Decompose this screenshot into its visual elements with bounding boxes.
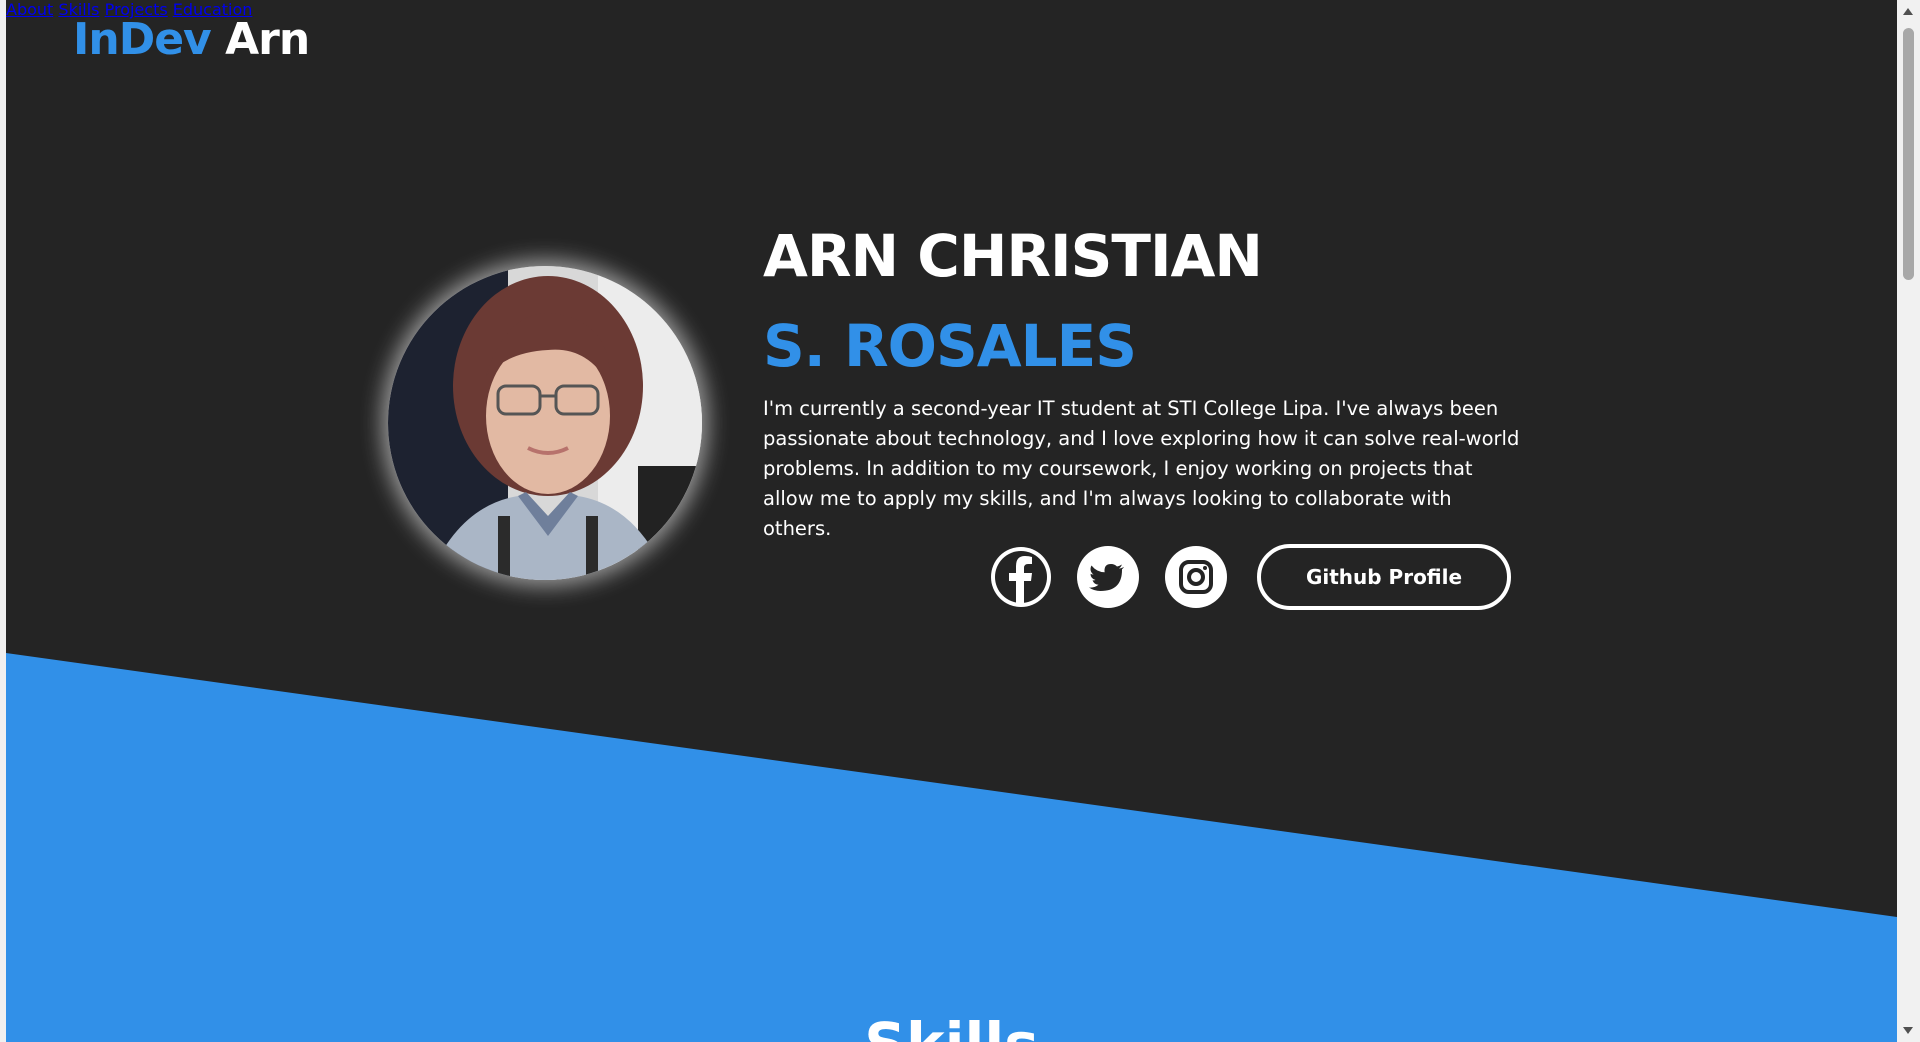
scroll-down-arrow-icon[interactable] — [1903, 1027, 1913, 1034]
browser-viewport: InDev Arn About Skills Projects Educatio… — [0, 0, 1920, 1042]
site-logo[interactable]: InDev Arn — [73, 14, 310, 65]
profile-photo — [388, 266, 702, 580]
scroll-up-arrow-icon[interactable] — [1903, 8, 1913, 15]
facebook-icon — [991, 547, 1051, 607]
skills-section-heading: Skills — [6, 1010, 1897, 1042]
page-scrollbar[interactable] — [1897, 0, 1920, 1042]
portfolio-page: InDev Arn About Skills Projects Educatio… — [6, 0, 1897, 1042]
scrollbar-thumb[interactable] — [1903, 28, 1914, 280]
instagram-icon — [1165, 546, 1227, 608]
profile-avatar — [388, 266, 702, 580]
hero-name-last: S. ROSALES — [763, 312, 1137, 380]
twitter-icon — [1077, 546, 1139, 608]
logo-rest-text: Arn — [210, 14, 310, 65]
github-profile-button[interactable]: Github Profile — [1257, 544, 1511, 610]
facebook-link[interactable] — [989, 545, 1053, 609]
twitter-link[interactable] — [1076, 545, 1140, 609]
hero-name-first: ARN CHRISTIAN — [763, 222, 1263, 290]
logo-accent-text: InDev — [73, 14, 212, 65]
hero-bio: I'm currently a second-year IT student a… — [763, 397, 1520, 540]
instagram-link[interactable] — [1164, 545, 1228, 609]
